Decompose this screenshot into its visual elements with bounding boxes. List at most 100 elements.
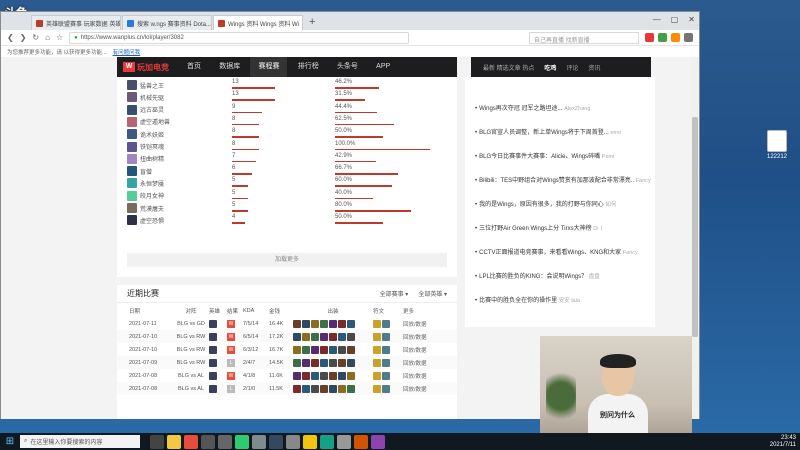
news-item[interactable]: • Wings再次夺冠 冠军之路坦途... AlexZhang xyxy=(475,105,651,114)
news-tab-highlight[interactable]: 吃鸡 xyxy=(544,63,556,72)
match-details-link[interactable]: 回放/数据 xyxy=(403,359,443,367)
browser-search-input[interactable]: 自己再直播 找新直播 xyxy=(529,31,639,44)
nav-item-app[interactable]: APP xyxy=(368,57,398,77)
taskbar-search-input[interactable]: ⌕ 在这里输入你要搜索的内容 xyxy=(20,435,140,448)
hero-stat-row[interactable]: 铁铠冥魂 8 100.0% xyxy=(127,141,447,153)
app-icon[interactable] xyxy=(371,434,385,449)
hero-filter-select[interactable]: 全部英雄 ▾ xyxy=(418,289,447,298)
page-scrollbar[interactable] xyxy=(691,57,699,419)
hero-stat-row[interactable]: 远古巫灵 9 44.4% xyxy=(127,104,447,116)
desktop-icon-file[interactable]: 122212 xyxy=(764,130,790,160)
match-details-link[interactable]: 回放/数据 xyxy=(403,372,443,380)
match-row[interactable]: 2021-07-10 BLG vs RW W 6/3/12 16.7K 回放/数据 xyxy=(117,343,457,356)
hero-stat-row[interactable]: 荒漠屠夫 5 80.0% xyxy=(127,202,447,214)
match-row[interactable]: 2021-07-08 BLG vs AL W 4/1/8 11.6K 回放/数据 xyxy=(117,369,457,382)
news-item[interactable]: • CCTV正面报道电竞赛事，来看看Wings、KNG和大家 Fancy xyxy=(475,249,651,258)
new-tab-button[interactable]: + xyxy=(304,16,320,30)
browser-icon[interactable] xyxy=(184,434,198,449)
load-more-button[interactable]: 加载更多 xyxy=(127,253,447,267)
scrollbar-thumb[interactable] xyxy=(692,117,698,337)
app-icon[interactable] xyxy=(252,434,266,449)
match-row[interactable]: 2021-07-10 BLG vs RW W 6/5/14 17.2K 回放/数据 xyxy=(117,330,457,343)
steam-icon[interactable] xyxy=(269,434,283,449)
hero-stat-row[interactable]: 诡术妖姬 8 50.0% xyxy=(127,128,447,140)
nav-item-headlines[interactable]: 头条号 xyxy=(329,57,366,77)
url-input[interactable]: ● https://www.wanplus.cn/lol/player/3082 xyxy=(69,31,410,44)
item-icon xyxy=(338,358,346,367)
maximize-button[interactable]: ▢ xyxy=(671,15,679,24)
item-icon xyxy=(347,358,355,367)
extension-icon[interactable] xyxy=(645,33,654,42)
info-bar-link[interactable]: 有问题问我 xyxy=(113,48,141,56)
extension-icon[interactable] xyxy=(658,33,667,42)
match-details-link[interactable]: 回放/数据 xyxy=(403,333,443,341)
hero-stat-row[interactable]: 盲僧 6 66.7% xyxy=(127,165,447,177)
nav-item-home[interactable]: 首页 xyxy=(179,57,209,77)
browser-tab-2[interactable]: 搜索 w.ngs 赛事资料 Dota...× xyxy=(122,15,212,30)
app-icon[interactable] xyxy=(218,434,232,449)
win-rate-value: 62.5% xyxy=(335,115,353,122)
tab-label: 搜索 w.ngs 赛事资料 Dota... xyxy=(137,21,212,28)
task-view-icon[interactable] xyxy=(150,434,164,449)
event-filter-select[interactable]: 全部赛事 ▾ xyxy=(380,289,409,298)
match-details-link[interactable]: 回放/数据 xyxy=(403,385,443,393)
news-item[interactable]: • LPL比赛的胜负的KING：会说明Wings？ 盘盘 xyxy=(475,273,651,282)
app-icon[interactable] xyxy=(320,434,334,449)
match-details-link[interactable]: 回放/数据 xyxy=(403,320,443,328)
hero-stat-row[interactable]: 皎月女神 5 40.0% xyxy=(127,190,447,202)
browser-tab-1[interactable]: 英雄联盟赛事 玩家数据 英雄联...× xyxy=(31,15,121,30)
minimize-button[interactable]: — xyxy=(653,15,661,24)
app-icon[interactable] xyxy=(201,434,215,449)
site-logo[interactable]: W 玩加电竞 xyxy=(123,62,169,73)
news-item[interactable]: • BLG官宣人员调整，新上单Wings将于下周首登... emo xyxy=(475,129,651,138)
menu-icon[interactable] xyxy=(684,33,693,42)
news-item[interactable]: • 比赛中的胜负全在你的操作里 安安 lala xyxy=(475,297,651,306)
match-row[interactable]: 2021-07-08 BLG vs AL L 2/1/0 11.5K 回放/数据 xyxy=(117,382,457,395)
rune-icon xyxy=(382,384,390,393)
news-item[interactable]: • Bilibili：TES中野组合对Wings赞赏有加那波配合非常漂亮.. Fa… xyxy=(475,177,651,186)
app-icon[interactable] xyxy=(286,434,300,449)
nav-item-database[interactable]: 数据库 xyxy=(211,57,248,77)
news-item[interactable]: • BLG今日比赛事件大赛事：Alicie、Wings碎嘴 Pemi xyxy=(475,153,651,162)
close-window-button[interactable]: ✕ xyxy=(688,15,695,24)
match-date: 2021-07-10 xyxy=(129,333,158,340)
match-hero xyxy=(209,358,227,367)
wechat-icon[interactable] xyxy=(235,434,249,449)
news-panel: • Wings再次夺冠 冠军之路坦途... AlexZhang • BLG官宣人员调整… xyxy=(465,77,655,327)
news-tab-latest[interactable]: 最新 精选文章 热点 xyxy=(483,63,534,72)
system-clock[interactable]: 23:43 2021/7/11 xyxy=(770,435,796,449)
match-details-link[interactable]: 回放/数据 xyxy=(403,346,443,354)
bullet-icon: • xyxy=(475,226,478,232)
hero-stat-row[interactable]: 虚空遁地兽 8 62.5% xyxy=(127,116,447,128)
match-row[interactable]: 2021-07-11 BLG vs GD W 7/5/14 16.4K 回放/数据 xyxy=(117,317,457,330)
browser-tab-3[interactable]: Wings 资料 Wings 资料 Wi× xyxy=(213,15,303,30)
app-icon[interactable] xyxy=(337,434,351,449)
hero-stat-row[interactable]: 永恒梦魇 5 60.0% xyxy=(127,177,447,189)
close-icon[interactable]: × xyxy=(302,20,303,26)
news-tab-info[interactable]: 资讯 xyxy=(588,63,600,72)
hero-stat-row[interactable]: 扭曲树精 7 42.9% xyxy=(127,153,447,165)
match-row[interactable]: 2021-07-09 BLG vs RW L 2/4/7 14.5K 回放/数据 xyxy=(117,356,457,369)
news-item[interactable]: • 三位打野Air Green Wings上分 Tirxs大神榜 Di丨 xyxy=(475,225,651,234)
back-icon[interactable]: ❮ xyxy=(7,33,14,42)
hero-stat-row[interactable]: 机械先驱 13 31.5% xyxy=(127,91,447,103)
refresh-icon[interactable]: ↻ xyxy=(32,33,39,42)
home-icon[interactable]: ⌂ xyxy=(45,33,50,42)
windows-start-icon[interactable]: ⊞ xyxy=(0,433,20,450)
hero-stats-card: 猛兽之王 13 46.2% 机械先驱 13 31.5% 远古巫灵 9 44.4% 虚空遁地兽 8 62… xyxy=(117,77,457,277)
bullet-icon: • xyxy=(475,250,478,256)
app-icon[interactable] xyxy=(303,434,317,449)
hero-stat-row[interactable]: 虚空恐惧 4 50.0% xyxy=(127,214,447,226)
star-icon[interactable]: ☆ xyxy=(56,33,63,42)
win-rate: 100.0% xyxy=(335,141,445,153)
news-tab-comments[interactable]: 评论 xyxy=(566,63,578,72)
app-icon[interactable] xyxy=(354,434,368,449)
app-icon[interactable] xyxy=(167,434,181,449)
extension-icon[interactable] xyxy=(671,33,680,42)
christmas-tree xyxy=(546,366,576,426)
hero-stat-row[interactable]: 猛兽之王 13 46.2% xyxy=(127,79,447,91)
news-item[interactable]: • 我的是Wings，原因有很多，我的打野与你同心 如何 xyxy=(475,201,651,210)
forward-icon[interactable]: ❯ xyxy=(20,33,27,42)
nav-item-schedule[interactable]: 赛程赛 xyxy=(250,57,288,77)
nav-item-rankings[interactable]: 排行榜 xyxy=(290,57,327,77)
